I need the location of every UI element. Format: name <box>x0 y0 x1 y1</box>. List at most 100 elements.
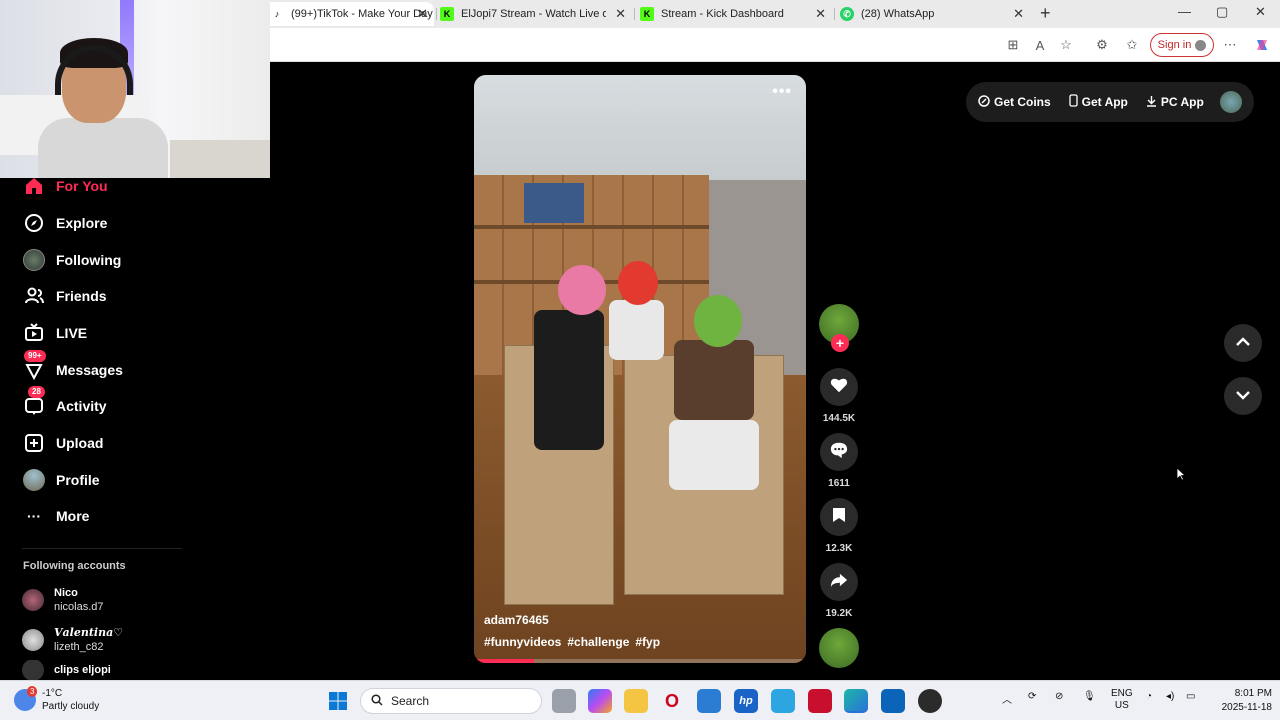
kick-favicon-icon: K <box>640 7 654 21</box>
weather-widget[interactable]: 3 -1°C Partly cloudy <box>14 686 99 713</box>
video-frame-person <box>534 310 604 450</box>
next-video-button[interactable] <box>1224 377 1262 415</box>
video-frame-shelf <box>474 225 709 229</box>
favorites-icon[interactable]: ✩ <box>1123 36 1141 54</box>
tab-divider <box>634 8 635 20</box>
sidebar-item-activity[interactable]: 28 Activity <box>22 386 107 420</box>
outlook-icon[interactable] <box>881 689 905 713</box>
share-count: 19.2K <box>825 608 853 619</box>
sidebar-item-upload[interactable]: Upload <box>22 429 103 457</box>
sidebar-item-more[interactable]: ··· More <box>22 502 89 530</box>
get-coins-label: Get Coins <box>994 95 1051 109</box>
account-name: 𝑽𝒂𝒍𝒆𝒏𝒕𝒊𝒏𝒂♡ <box>54 626 124 639</box>
get-app-button[interactable]: Get App <box>1069 94 1128 110</box>
user-avatar[interactable] <box>1220 91 1242 113</box>
extensions-icon[interactable]: ⚙ <box>1093 36 1111 54</box>
sidebar-item-label: LIVE <box>56 325 88 341</box>
tab-label: Stream - Kick Dashboard <box>661 8 784 20</box>
following-account-item[interactable]: clips eljopi <box>22 660 111 680</box>
previous-video-button[interactable] <box>1224 324 1262 362</box>
obs-icon[interactable] <box>918 689 942 713</box>
windows-start-icon[interactable] <box>326 689 350 713</box>
activity-icon: 28 <box>22 386 46 418</box>
settings-more-icon[interactable]: ⋯ <box>1221 36 1239 54</box>
messages-badge: 99+ <box>24 350 46 362</box>
hashtag-link[interactable]: #funnyvideos <box>484 635 561 649</box>
read-aloud-icon[interactable]: A <box>1031 36 1049 54</box>
sound-disc-avatar[interactable] <box>819 628 859 668</box>
close-tab-icon[interactable]: ✕ <box>1013 6 1024 22</box>
sidebar-item-live[interactable]: LIVE <box>22 319 87 347</box>
webcam-overlay <box>0 0 270 178</box>
mcafee-icon[interactable] <box>808 689 832 713</box>
sidebar-item-friends[interactable]: Friends <box>22 282 107 310</box>
clock-date: 2025-11-18 <box>1221 702 1272 713</box>
language-indicator[interactable]: ENG US <box>1111 688 1133 712</box>
close-tab-icon[interactable]: ✕ <box>615 6 626 22</box>
show-hidden-icons-chevron-icon[interactable]: ︿ <box>1002 691 1012 706</box>
get-coins-button[interactable]: Get Coins <box>978 94 1051 110</box>
app-available-icon[interactable]: ⊞ <box>1004 36 1022 54</box>
system-clock[interactable]: 8:01 PM 2025-11-18 <box>1206 687 1272 715</box>
task-view-icon[interactable] <box>552 689 576 713</box>
close-tab-icon[interactable]: ✕ <box>417 6 428 22</box>
sidebar-divider <box>22 548 182 549</box>
language-line2: US <box>1114 700 1129 711</box>
copilot-icon[interactable] <box>1253 36 1271 54</box>
microphone-icon[interactable]: 🎙 <box>1083 691 1096 702</box>
video-author[interactable]: adam76465 <box>484 613 549 627</box>
sign-in-button[interactable]: Sign in <box>1150 33 1214 57</box>
minimize-button[interactable]: — <box>1178 4 1191 19</box>
share-button[interactable] <box>820 563 858 601</box>
live-tv-icon <box>22 321 46 345</box>
app-update-icon[interactable] <box>771 689 795 713</box>
sync-icon[interactable]: ⟳ <box>1028 691 1036 702</box>
following-account-item[interactable]: Nico nicolas.d7 <box>22 584 104 616</box>
tab-tiktok[interactable]: ♪ (99+)TikTok - Make Your Day ✕ <box>262 2 434 26</box>
save-button[interactable] <box>820 498 858 536</box>
video-player[interactable]: ••• adam76465 #funnyvideos #challenge #f… <box>474 75 806 663</box>
video-more-options-icon[interactable]: ••• <box>772 83 792 101</box>
sidebar-item-messages[interactable]: 99+ Messages <box>22 350 123 384</box>
account-handle: nicolas.d7 <box>54 601 104 613</box>
network-off-icon[interactable]: ⊘ <box>1055 691 1063 702</box>
like-button[interactable] <box>820 368 858 406</box>
close-tab-icon[interactable]: ✕ <box>815 6 826 22</box>
maximize-button[interactable]: ▢ <box>1216 4 1228 20</box>
microsoft-store-icon[interactable] <box>697 689 721 713</box>
activity-badge: 28 <box>28 386 45 398</box>
sidebar-item-explore[interactable]: Explore <box>22 209 107 237</box>
close-window-button[interactable]: ✕ <box>1255 4 1266 20</box>
new-tab-button[interactable]: + <box>1040 3 1051 24</box>
file-explorer-icon[interactable] <box>624 689 648 713</box>
save-count: 12.3K <box>825 543 853 554</box>
sidebar-item-following[interactable]: Following <box>22 246 121 274</box>
comment-button[interactable] <box>820 433 858 471</box>
hashtag-link[interactable]: #fyp <box>635 635 660 649</box>
video-frame-person <box>609 300 664 360</box>
sidebar-item-profile[interactable]: Profile <box>22 466 100 494</box>
hp-icon[interactable]: hp <box>734 689 758 713</box>
hashtag-link[interactable]: #challenge <box>567 635 629 649</box>
upload-icon <box>22 431 46 455</box>
following-account-item[interactable]: 𝑽𝒂𝒍𝒆𝒏𝒕𝒊𝒏𝒂♡ lizeth_c82 <box>22 624 123 656</box>
wifi-icon[interactable]: ◔ <box>1146 691 1152 702</box>
search-icon <box>371 693 383 709</box>
opera-icon[interactable]: O <box>660 689 684 713</box>
favorite-star-icon[interactable]: ☆ <box>1057 36 1075 54</box>
taskbar-search[interactable]: Search <box>360 688 542 714</box>
volume-icon[interactable]: ◂) <box>1166 691 1174 702</box>
download-icon <box>1146 95 1157 110</box>
temperature: -1°C <box>42 688 63 699</box>
following-accounts-title: Following accounts <box>23 560 126 572</box>
copilot-taskbar-icon[interactable] <box>588 689 612 713</box>
pc-app-button[interactable]: PC App <box>1146 95 1204 110</box>
tab-kick-stream[interactable]: K ElJopi7 Stream - Watch Live on Ki ✕ <box>440 2 632 26</box>
battery-icon[interactable]: ▭ <box>1186 691 1195 702</box>
sidebar-item-label: Upload <box>56 435 104 451</box>
video-progress-bar[interactable] <box>474 659 806 663</box>
tab-whatsapp[interactable]: ✆ (28) WhatsApp ✕ <box>840 2 1030 26</box>
edge-icon[interactable] <box>844 689 868 713</box>
tab-kick-dashboard[interactable]: K Stream - Kick Dashboard ✕ <box>640 2 832 26</box>
follow-button[interactable]: + <box>831 334 849 352</box>
